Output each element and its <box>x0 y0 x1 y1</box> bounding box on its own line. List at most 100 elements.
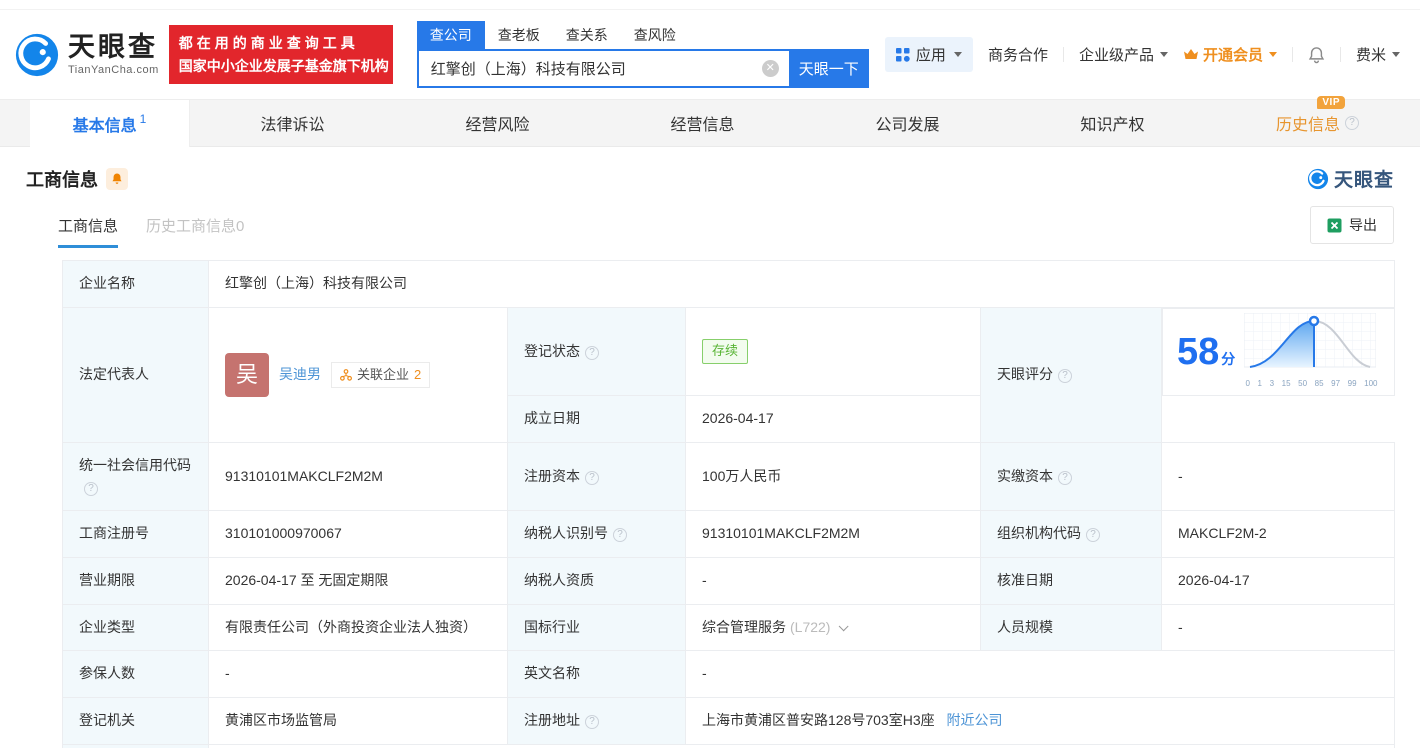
search-tab-boss[interactable]: 查老板 <box>485 21 553 49</box>
chevron-down-icon <box>954 52 962 57</box>
related-companies-badge[interactable]: 关联企业 2 <box>331 362 430 388</box>
tab-intellectual-property[interactable]: 知识产权 <box>1010 100 1215 146</box>
export-button[interactable]: 导出 <box>1310 206 1394 244</box>
nearby-companies-link[interactable]: 附近公司 <box>947 712 1003 728</box>
reg-status-label: 登记状态 <box>508 307 686 396</box>
approve-date-label: 核准日期 <box>981 558 1162 605</box>
table-row: 法定代表人 吴 吴迪男 关联企业 2 登记状态 <box>63 307 1395 396</box>
tianyancha-logo[interactable]: 天眼查 TianYanCha.com <box>14 32 159 78</box>
company-type-value: 有限责任公司（外商投资企业法人独资） <box>209 604 508 651</box>
legal-rep-avatar[interactable]: 吴 <box>225 353 269 397</box>
legal-rep-label: 法定代表人 <box>63 307 209 442</box>
chevron-down-icon <box>1269 52 1277 57</box>
tab-label: 知识产权 <box>1080 111 1144 135</box>
status-badge: 存续 <box>702 339 748 363</box>
help-icon[interactable] <box>1345 116 1359 130</box>
vip-badge: VIP <box>1317 96 1345 109</box>
section-title: 工商信息 <box>26 166 98 192</box>
tab-label: 经营信息 <box>670 111 734 135</box>
help-icon[interactable] <box>1058 369 1072 383</box>
nav-divider <box>1292 47 1293 62</box>
help-icon[interactable] <box>613 528 627 542</box>
score-label: 天眼评分 <box>981 307 1162 442</box>
help-icon[interactable] <box>585 471 599 485</box>
site-header: 天眼查 TianYanCha.com 都在用的商业查询工具 国家中小企业发展子基… <box>0 10 1420 99</box>
related-count: 2 <box>414 365 421 385</box>
english-name-value: - <box>686 651 1395 698</box>
reg-no-label: 工商注册号 <box>63 511 209 558</box>
notifications-bell-icon[interactable] <box>1308 46 1325 64</box>
tab-label: 历史信息 <box>1276 111 1340 135</box>
tianyancha-eye-icon <box>14 32 60 78</box>
tab-basic-info[interactable]: 基本信息 1 <box>30 100 190 147</box>
company-detail-tabbar: 基本信息 1 法律诉讼 经营风险 经营信息 公司发展 知识产权 历史信息 VIP <box>0 99 1420 147</box>
promo-banner: 都在用的商业查询工具 国家中小企业发展子基金旗下机构 <box>169 25 393 84</box>
promo-line1: 都在用的商业查询工具 <box>179 32 383 54</box>
search-button[interactable]: 天眼一下 <box>789 49 869 88</box>
cooperation-label: 商务合作 <box>988 44 1048 65</box>
tianyancha-watermark: 天眼查 <box>1307 165 1394 192</box>
apps-menu-button[interactable]: 应用 <box>885 37 973 72</box>
help-icon[interactable] <box>585 715 599 729</box>
nav-item-cooperation[interactable]: 商务合作 <box>988 44 1048 65</box>
export-label: 导出 <box>1349 215 1377 235</box>
tab-history-info[interactable]: 历史信息 VIP <box>1215 100 1420 146</box>
industry-value[interactable]: 综合管理服务(L722) <box>686 604 981 651</box>
clear-search-icon[interactable] <box>762 60 779 77</box>
search-tab-relation[interactable]: 查关系 <box>553 21 621 49</box>
search-tab-risk[interactable]: 查风险 <box>621 21 689 49</box>
subtab-history-business-info[interactable]: 历史工商信息0 <box>146 215 244 248</box>
taxpayer-id-value: 91310101MAKCLF2M2M <box>686 511 981 558</box>
table-row: 统一社会信用代码 91310101MAKCLF2M2M 注册资本 100万人民币… <box>63 442 1395 510</box>
paid-capital-value: - <box>1162 442 1395 510</box>
staff-size-label: 人员规模 <box>981 604 1162 651</box>
taxpayer-quali-label: 纳税人资质 <box>508 558 686 605</box>
industry-name: 综合管理服务 <box>702 619 786 635</box>
apps-label: 应用 <box>916 44 946 65</box>
industry-code: (L722) <box>790 619 830 635</box>
help-icon[interactable] <box>1058 471 1072 485</box>
section-header: 工商信息 天眼查 <box>0 147 1420 204</box>
tab-label: 基本信息 <box>73 112 137 136</box>
chevron-down-icon <box>1160 52 1168 57</box>
subtab-label: 历史工商信息 <box>146 218 236 235</box>
watermark-label: 天眼查 <box>1334 165 1394 192</box>
tab-operation-info[interactable]: 经营信息 <box>600 100 805 146</box>
term-label: 营业期限 <box>63 558 209 605</box>
user-menu[interactable]: 费米 <box>1356 44 1400 65</box>
help-icon[interactable] <box>84 482 98 496</box>
tab-company-development[interactable]: 公司发展 <box>805 100 1010 146</box>
search-area: 查公司 查老板 查关系 查风险 天眼一下 <box>417 21 869 88</box>
tianyancha-eye-icon <box>1307 168 1329 190</box>
subtab-business-info[interactable]: 工商信息 <box>58 215 118 248</box>
search-input[interactable] <box>417 49 789 88</box>
taxpayer-id-label: 纳税人识别号 <box>508 511 686 558</box>
paid-capital-label: 实缴资本 <box>981 442 1162 510</box>
reg-status-value: 存续 <box>686 307 981 396</box>
search-tab-company[interactable]: 查公司 <box>417 21 485 49</box>
help-icon[interactable] <box>1086 528 1100 542</box>
tab-count-badge: 1 <box>140 112 147 126</box>
reg-capital-label: 注册资本 <box>508 442 686 510</box>
est-date-label: 成立日期 <box>508 396 686 443</box>
subtab-row: 工商信息 历史工商信息0 导出 <box>0 204 1420 258</box>
monitor-bell-icon[interactable] <box>106 168 128 190</box>
chevron-down-icon[interactable] <box>839 621 849 631</box>
nav-divider <box>1063 47 1064 62</box>
org-code-label: 组织机构代码 <box>981 511 1162 558</box>
scope-value: 一般项目：技术服务、技术开发、技术咨询、技术交流、技术转让、技术推广；信息咨询服… <box>209 744 1395 748</box>
logo-subtitle: TianYanCha.com <box>68 64 159 76</box>
page-top-divider <box>0 0 1420 10</box>
tab-operation-risk[interactable]: 经营风险 <box>395 100 600 146</box>
score-cell[interactable]: 58分 <box>1162 308 1395 396</box>
legal-rep-cell: 吴 吴迪男 关联企业 2 <box>209 307 508 442</box>
help-icon[interactable] <box>585 346 599 360</box>
legal-rep-name-link[interactable]: 吴迪男 <box>279 364 321 386</box>
company-name-value: 红擎创（上海）科技有限公司 <box>209 261 1395 308</box>
nav-item-enterprise[interactable]: 企业级产品 <box>1079 44 1168 65</box>
staff-size-value: - <box>1162 604 1395 651</box>
insured-value: - <box>209 651 508 698</box>
tab-legal-litigation[interactable]: 法律诉讼 <box>190 100 395 146</box>
related-label: 关联企业 <box>357 365 409 385</box>
nav-item-vip[interactable]: 开通会员 <box>1183 44 1277 65</box>
